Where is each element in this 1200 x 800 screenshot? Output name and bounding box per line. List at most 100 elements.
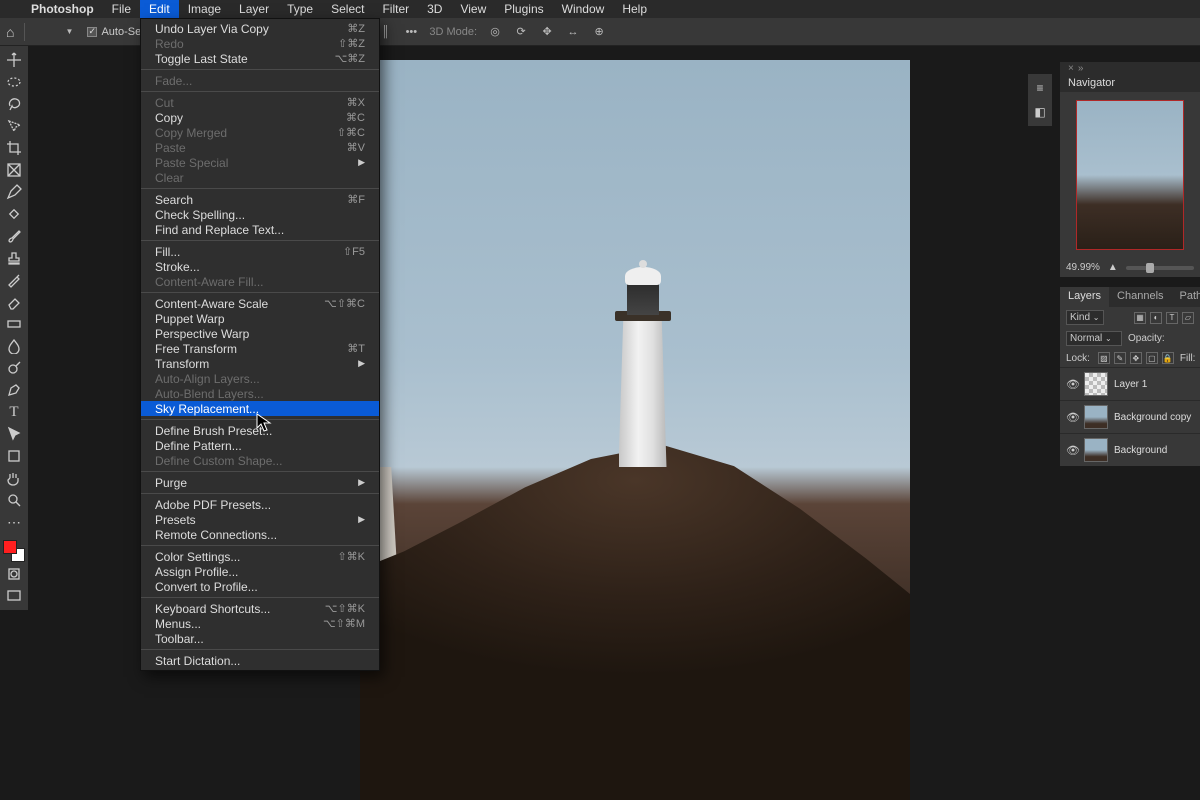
app-name[interactable]: Photoshop [22,0,103,18]
menu-item-toolbar[interactable]: Toolbar... [141,631,379,646]
menu-item-search[interactable]: Search⌘F [141,192,379,207]
quick-select-tool[interactable] [2,116,26,136]
zoom-tool[interactable] [2,490,26,510]
libraries-panel-icon[interactable]: ◧ [1032,104,1048,120]
menu-item-menus[interactable]: Menus...⌥⇧⌘M [141,616,379,631]
menu-item-purge[interactable]: Purge▶ [141,475,379,490]
menu-item-toggle-last-state[interactable]: Toggle Last State⌥⌘Z [141,51,379,66]
dodge-tool[interactable] [2,358,26,378]
gradient-tool[interactable] [2,314,26,334]
blur-tool[interactable] [2,336,26,356]
collapse-icon[interactable]: » [1078,63,1084,74]
menu-plugins[interactable]: Plugins [495,0,552,18]
home-icon[interactable]: ⌂ [6,24,14,40]
eraser-tool[interactable] [2,292,26,312]
threed-zoom-icon[interactable]: ⊕ [591,24,607,40]
blend-mode-select[interactable]: Normal ⌄ [1066,331,1122,346]
tab-channels[interactable]: Channels [1109,287,1171,307]
marquee-tool[interactable] [2,72,26,92]
lock-artboard-icon[interactable]: ▢ [1146,352,1158,364]
close-icon[interactable]: × [1068,63,1074,74]
lock-position-icon[interactable]: ✥ [1130,352,1142,364]
menu-item-convert-to-profile[interactable]: Convert to Profile... [141,579,379,594]
menu-item-start-dictation[interactable]: Start Dictation... [141,653,379,668]
menu-select[interactable]: Select [322,0,373,18]
menu-item-stroke[interactable]: Stroke... [141,259,379,274]
tab-layers[interactable]: Layers [1060,287,1109,307]
eyedropper-tool[interactable] [2,182,26,202]
move-tool-icon[interactable] [35,24,51,40]
stamp-tool[interactable] [2,248,26,268]
menu-item-content-aware-scale[interactable]: Content-Aware Scale⌥⇧⌘C [141,296,379,311]
more-icon[interactable]: ••• [403,24,419,40]
frame-tool[interactable] [2,160,26,180]
layer-kind-filter[interactable]: Kind ⌄ [1066,310,1104,325]
visibility-toggle-icon[interactable]: 👁 [1066,444,1078,457]
menu-item-adobe-pdf-presets[interactable]: Adobe PDF Presets... [141,497,379,512]
menu-item-perspective-warp[interactable]: Perspective Warp [141,326,379,341]
menu-item-color-settings[interactable]: Color Settings...⇧⌘K [141,549,379,564]
history-brush-tool[interactable] [2,270,26,290]
layer-name[interactable]: Layer 1 [1114,379,1147,390]
lock-all-icon[interactable]: 🔒 [1162,352,1174,364]
threed-orbit-icon[interactable]: ◎ [487,24,503,40]
menu-edit[interactable]: Edit [140,0,179,18]
document-canvas[interactable] [360,60,910,800]
menu-layer[interactable]: Layer [230,0,278,18]
zoom-out-icon[interactable]: ▲ [1108,262,1118,273]
menu-item-assign-profile[interactable]: Assign Profile... [141,564,379,579]
crop-tool[interactable] [2,138,26,158]
menu-window[interactable]: Window [553,0,614,18]
visibility-toggle-icon[interactable]: 👁 [1066,411,1078,424]
color-swatches[interactable] [3,540,25,562]
healing-tool[interactable] [2,204,26,224]
edit-toolbar[interactable]: ⋯ [2,512,26,532]
quick-mask-tool[interactable] [2,564,26,584]
layer-row[interactable]: 👁 Background copy [1060,400,1200,433]
layer-row[interactable]: 👁 Background [1060,433,1200,466]
adjustments-panel-icon[interactable]: ≡ [1032,80,1048,96]
layer-name[interactable]: Background [1114,445,1167,456]
layer-name[interactable]: Background copy [1114,412,1191,423]
chevron-down-icon[interactable]: ▼ [61,24,77,40]
menu-item-copy[interactable]: Copy⌘C [141,110,379,125]
threed-roll-icon[interactable]: ⟳ [513,24,529,40]
menu-item-transform[interactable]: Transform▶ [141,356,379,371]
layer-thumbnail[interactable] [1084,372,1108,396]
panel-handle[interactable]: ×» [1060,62,1200,74]
filter-adjust-icon[interactable]: ◐ [1150,312,1162,324]
menu-item-undo-layer-via-copy[interactable]: Undo Layer Via Copy⌘Z [141,21,379,36]
hand-tool[interactable] [2,468,26,488]
menu-item-check-spelling[interactable]: Check Spelling... [141,207,379,222]
menu-item-find-and-replace-text[interactable]: Find and Replace Text... [141,222,379,237]
menu-file[interactable]: File [103,0,140,18]
zoom-slider[interactable] [1126,266,1194,270]
layer-thumbnail[interactable] [1084,438,1108,462]
menu-view[interactable]: View [451,0,495,18]
menu-item-puppet-warp[interactable]: Puppet Warp [141,311,379,326]
zoom-value[interactable]: 49.99% [1066,262,1100,273]
move-tool[interactable] [2,50,26,70]
threed-slide-icon[interactable]: ↔ [565,24,581,40]
menu-item-free-transform[interactable]: Free Transform⌘T [141,341,379,356]
menu-type[interactable]: Type [278,0,322,18]
filter-shape-icon[interactable]: ▱ [1182,312,1194,324]
visibility-toggle-icon[interactable]: 👁 [1066,378,1078,391]
layer-row[interactable]: 👁 Layer 1 [1060,367,1200,400]
menu-item-presets[interactable]: Presets▶ [141,512,379,527]
menu-item-fill[interactable]: Fill...⇧F5 [141,244,379,259]
navigator-thumbnail[interactable] [1076,100,1184,250]
lasso-tool[interactable] [2,94,26,114]
type-tool[interactable]: T [2,402,26,422]
menu-help[interactable]: Help [613,0,656,18]
shape-tool[interactable] [2,446,26,466]
lock-transparent-icon[interactable]: ▨ [1098,352,1110,364]
lock-paint-icon[interactable]: ✎ [1114,352,1126,364]
path-select-tool[interactable] [2,424,26,444]
menu-image[interactable]: Image [179,0,230,18]
menu-3d[interactable]: 3D [418,0,451,18]
menu-item-remote-connections[interactable]: Remote Connections... [141,527,379,542]
filter-type-icon[interactable]: T [1166,312,1178,324]
menu-item-define-pattern[interactable]: Define Pattern... [141,438,379,453]
layer-thumbnail[interactable] [1084,405,1108,429]
